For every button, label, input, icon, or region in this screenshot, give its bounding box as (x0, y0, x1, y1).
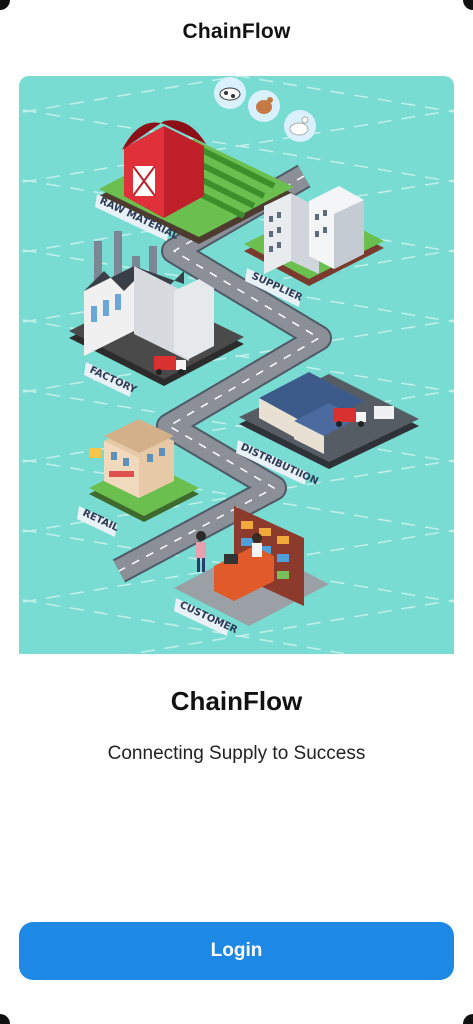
screen-corner (463, 1014, 473, 1024)
screen-corner (463, 0, 473, 10)
brand-title: ChainFlow (170, 686, 303, 716)
retail-label: RETAIL (77, 506, 121, 537)
screen-corner (0, 1014, 10, 1024)
screen-corner (0, 0, 10, 10)
login-button[interactable]: Login (19, 922, 454, 980)
app-bar-title: ChainFlow (182, 20, 291, 43)
supply-chain-illustration: RAW MATERIAL SUPPLIER FACTORY DISTRIBUTI… (19, 76, 454, 654)
tagline: Connecting Supply to Success (107, 743, 366, 764)
livestock-bubbles (214, 77, 316, 142)
factory-building (69, 231, 244, 386)
